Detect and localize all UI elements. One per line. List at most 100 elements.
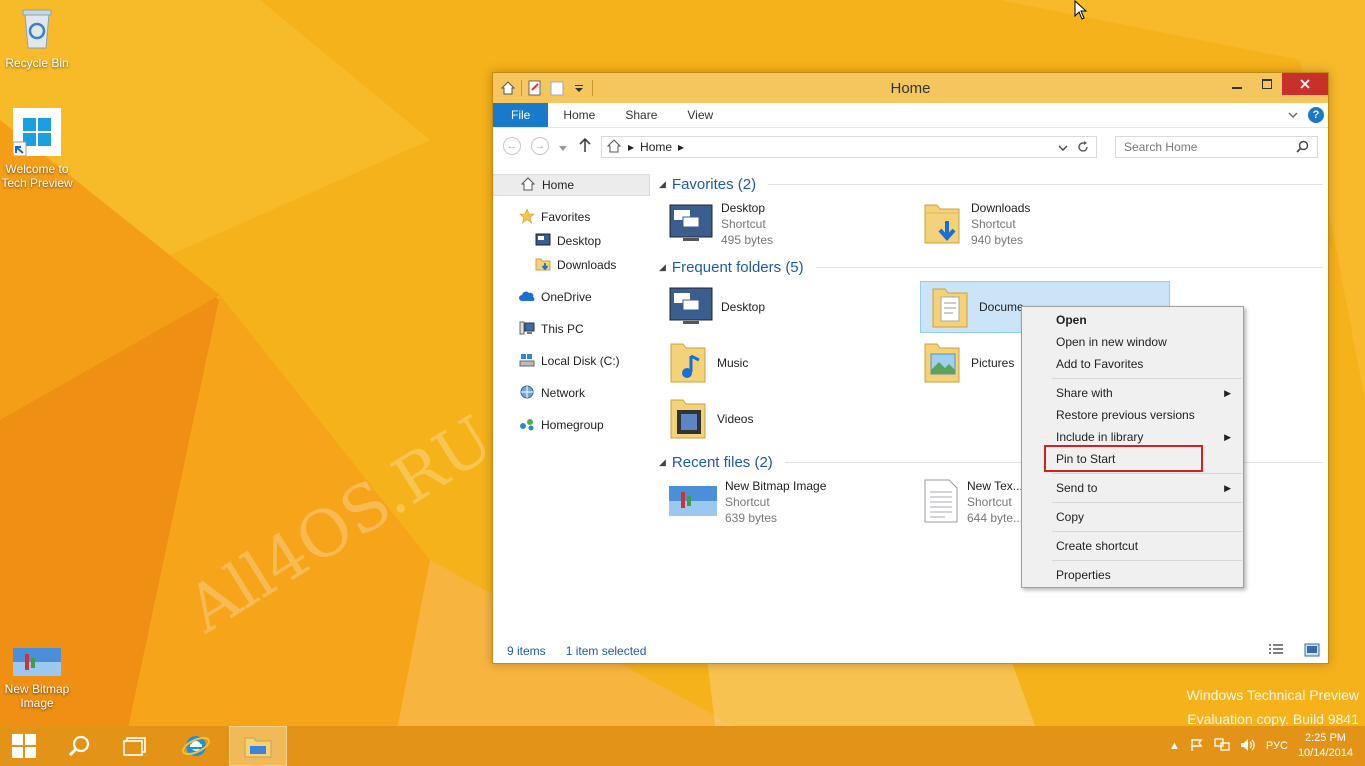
item-name: Downloads — [971, 201, 1031, 215]
close-button[interactable] — [1282, 73, 1328, 95]
clock[interactable]: 2:25 PM 10/14/2014 — [1298, 731, 1353, 761]
nav-item-desktop[interactable]: Desktop — [493, 230, 650, 252]
bitmap-image-icon — [669, 485, 717, 519]
task-view-button[interactable] — [112, 726, 158, 766]
menu-item-send-to[interactable]: Send to ▶ — [1024, 477, 1241, 499]
item-text: Music — [717, 355, 748, 371]
welcome-label: Welcome to Tech Preview — [1, 162, 73, 190]
address-input[interactable]: ▸ Home ▸ — [601, 136, 1097, 158]
item-type: Shortcut — [971, 217, 1016, 231]
address-dropdown-icon[interactable] — [1058, 141, 1068, 155]
group-header-favorites[interactable]: ◢ Favorites (2) — [659, 176, 1323, 193]
breadcrumb-chevron-icon[interactable]: ▸ — [678, 140, 684, 154]
collapse-group-icon[interactable]: ◢ — [659, 457, 666, 468]
file-explorer-button[interactable] — [229, 726, 287, 766]
annotation-highlight-box — [1044, 445, 1203, 472]
search-button[interactable] — [56, 726, 102, 766]
desktop-shortcut-icon — [669, 204, 713, 245]
help-icon[interactable]: ? — [1308, 107, 1324, 123]
desktop-icon-new-bitmap[interactable]: New Bitmap Image — [0, 648, 74, 710]
window-title: Home — [890, 80, 931, 97]
nav-item-home[interactable]: Home — [493, 174, 650, 196]
drive-icon — [519, 352, 535, 371]
start-button[interactable] — [0, 726, 48, 766]
forward-button[interactable]: → — [531, 137, 549, 155]
windows-logo-icon — [0, 108, 74, 159]
breadcrumb-chevron-icon[interactable]: ▸ — [628, 140, 634, 154]
search-input[interactable]: Search Home — [1115, 136, 1318, 158]
internet-explorer-button[interactable] — [170, 726, 222, 766]
search-icon[interactable] — [1296, 140, 1309, 156]
menu-separator — [1052, 502, 1242, 503]
item-name: New Bitmap Image — [725, 479, 827, 493]
item-text: New Bitmap Image Shortcut 639 bytes — [725, 478, 826, 526]
nav-item-onedrive[interactable]: OneDrive — [493, 286, 650, 308]
menu-item-copy[interactable]: Copy — [1024, 506, 1241, 528]
build-info: Windows Technical Preview Evaluation cop… — [1187, 683, 1359, 731]
item-fav-downloads[interactable]: Downloads Shortcut 940 bytes — [913, 198, 1163, 250]
menu-item-create-shortcut[interactable]: Create shortcut — [1024, 535, 1241, 557]
item-freq-music[interactable]: Music — [659, 337, 909, 389]
group-title-recent: Recent files (2) — [671, 454, 773, 471]
tab-file[interactable]: File — [493, 103, 549, 127]
tab-share[interactable]: Share — [610, 103, 672, 127]
up-button[interactable] — [579, 137, 591, 156]
address-home-icon — [606, 138, 622, 157]
group-header-frequent[interactable]: ◢ Frequent folders (5) — [659, 259, 1323, 276]
clock-time: 2:25 PM — [1304, 732, 1346, 744]
nav-item-homegroup[interactable]: Homegroup — [493, 414, 650, 436]
nav-item-localdisk[interactable]: Local Disk (C:) — [493, 350, 650, 372]
titlebar[interactable]: Home — [493, 73, 1328, 103]
recycle-bin-icon — [0, 6, 74, 53]
large-icons-view-icon[interactable] — [1304, 643, 1320, 660]
view-buttons — [1254, 643, 1320, 660]
item-size: 639 bytes — [725, 511, 778, 525]
item-freq-videos[interactable]: Videos — [659, 393, 909, 445]
desktop-icon-recycle-bin[interactable]: Recycle Bin — [0, 6, 74, 70]
network-tray-icon[interactable] — [1214, 737, 1230, 755]
item-fav-desktop[interactable]: Desktop Shortcut 495 bytes — [659, 198, 909, 250]
volume-icon[interactable] — [1240, 738, 1256, 755]
input-language[interactable]: РУС — [1266, 740, 1288, 752]
tab-view[interactable]: View — [672, 103, 728, 127]
ribbon-right: ? — [1288, 107, 1324, 123]
desktop-icon-welcome[interactable]: Welcome to Tech Preview — [0, 108, 74, 190]
network-icon — [519, 384, 535, 403]
collapse-group-icon[interactable]: ◢ — [659, 179, 666, 190]
breadcrumb-home[interactable]: Home — [640, 140, 672, 154]
star-icon — [519, 207, 535, 227]
menu-item-open-new-window[interactable]: Open in new window — [1024, 331, 1241, 353]
pictures-folder-icon — [923, 338, 963, 389]
maximize-button[interactable] — [1252, 73, 1282, 95]
nav-item-downloads[interactable]: Downloads — [493, 254, 650, 276]
tab-home[interactable]: Home — [548, 103, 610, 127]
nav-item-thispc[interactable]: This PC — [493, 318, 650, 340]
action-center-flag-icon[interactable] — [1190, 738, 1204, 755]
menu-item-add-favorites[interactable]: Add to Favorites — [1024, 353, 1241, 375]
build-line-1: Windows Technical Preview — [1186, 687, 1359, 703]
menu-item-open[interactable]: Open — [1024, 309, 1241, 331]
collapse-group-icon[interactable]: ◢ — [659, 262, 666, 273]
recent-locations-icon[interactable] — [559, 141, 567, 155]
item-recent-bitmap[interactable]: New Bitmap Image Shortcut 639 bytes — [659, 476, 909, 528]
show-hidden-icons-icon[interactable]: ▲ — [1169, 740, 1180, 752]
nav-item-favorites[interactable]: Favorites — [493, 206, 650, 228]
expand-ribbon-icon[interactable] — [1288, 108, 1298, 122]
menu-separator — [1052, 560, 1242, 561]
item-text: Desktop Shortcut 495 bytes — [721, 200, 773, 248]
menu-item-restore-versions[interactable]: Restore previous versions — [1024, 404, 1241, 426]
nav-label-home: Home — [542, 178, 575, 192]
refresh-icon[interactable] — [1076, 140, 1090, 157]
details-view-icon[interactable] — [1268, 643, 1284, 660]
group-divider — [815, 267, 1323, 268]
text-document-icon — [923, 478, 959, 527]
nav-item-network[interactable]: Network — [493, 382, 650, 404]
item-freq-desktop[interactable]: Desktop — [659, 281, 909, 333]
menu-item-properties[interactable]: Properties — [1024, 564, 1241, 586]
back-button[interactable]: ← — [503, 137, 521, 155]
minimize-button[interactable] — [1222, 73, 1252, 95]
clock-date: 10/14/2014 — [1297, 747, 1353, 759]
ribbon: File Home Share View ? — [493, 103, 1328, 128]
menu-item-share-with[interactable]: Share with ▶ — [1024, 382, 1241, 404]
menu-label: Include in library — [1056, 430, 1144, 444]
